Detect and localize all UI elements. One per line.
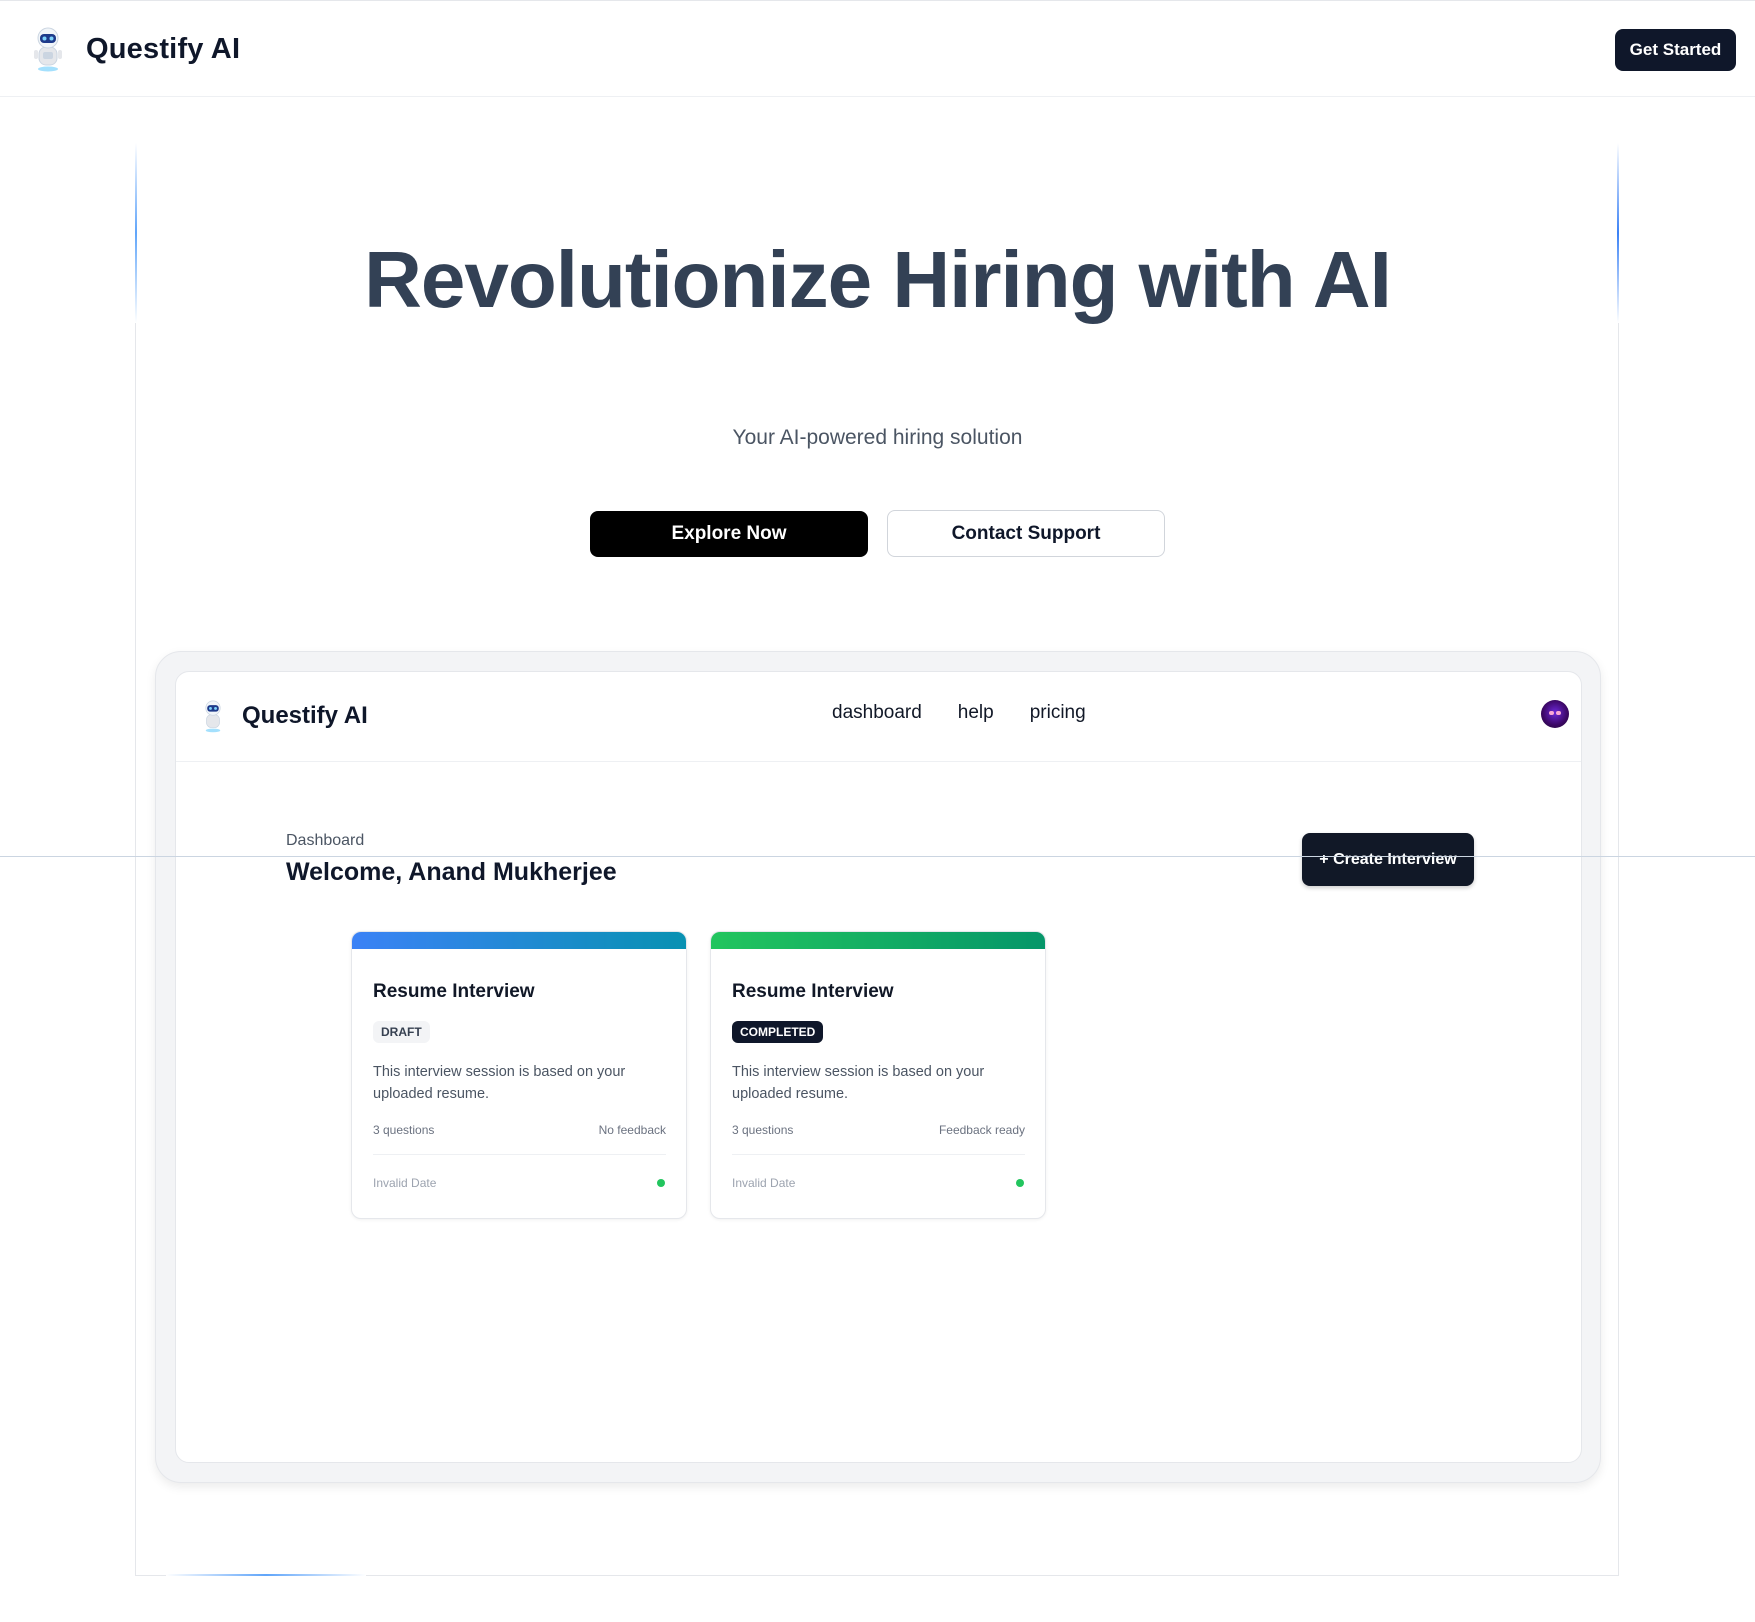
preview-navbar: Questify AI dashboard help pricing [176,672,1581,762]
status-badge: DRAFT [373,1021,430,1043]
feedback-status: Feedback ready [938,1123,1025,1137]
card-divider [373,1154,666,1155]
question-count: 3 questions [373,1123,435,1137]
robot-logo-icon [34,27,62,72]
frame-accent-bottom [166,1574,366,1576]
card-title: Resume Interview [732,981,894,1002]
brand[interactable]: Questify AI [30,25,240,73]
status-badge: COMPLETED [732,1021,824,1043]
user-avatar[interactable] [1541,700,1569,728]
breadcrumb-dashboard: Dashboard [286,832,365,849]
robot-logo-icon [205,700,221,733]
preview-brand-name: Questify AI [242,702,368,729]
explore-now-button[interactable]: Explore Now [590,511,868,557]
status-dot-icon [657,1179,665,1187]
card-accent-bar [711,932,1045,949]
card-description: This interview session is based on your … [732,1064,985,1102]
card-description: This interview session is based on your … [373,1064,626,1102]
hero-title: Revolutionize Hiring with AI [364,235,1392,324]
welcome-heading: Welcome, Anand Mukherjee [286,858,617,886]
card-date: Invalid Date [732,1176,796,1190]
get-started-button[interactable]: Get Started [1615,29,1736,71]
top-navbar: Questify AI Get Started [0,0,1755,97]
dashboard-preview-window: Questify AI dashboard help pricing Dashb… [175,671,1582,1463]
card-date: Invalid Date [373,1176,437,1190]
feedback-status: No feedback [598,1123,666,1137]
status-dot-icon [1016,1179,1024,1187]
card-title: Resume Interview [373,981,535,1002]
hero-subtitle: Your AI-powered hiring solution [732,426,1023,449]
brand-name: Questify AI [86,32,241,65]
interview-card[interactable]: Resume Interview COMPLETED This intervie… [710,931,1046,1219]
nav-link-pricing[interactable]: pricing [1030,702,1086,724]
question-count: 3 questions [732,1123,794,1137]
dashboard-preview: Questify AI dashboard help pricing Dashb… [155,651,1601,1483]
create-interview-button[interactable]: + Create Interview [1302,833,1474,886]
nav-link-dashboard[interactable]: dashboard [832,702,922,724]
nav-link-help[interactable]: help [958,702,994,724]
card-divider [732,1154,1025,1155]
horizontal-divider [0,856,1755,857]
interview-card[interactable]: Resume Interview DRAFT This interview se… [351,931,687,1219]
contact-support-button[interactable]: Contact Support [887,510,1165,557]
card-accent-bar [352,932,686,949]
preview-nav-links: dashboard help pricing [832,702,1086,724]
preview-brand[interactable]: Questify AI [200,694,368,738]
